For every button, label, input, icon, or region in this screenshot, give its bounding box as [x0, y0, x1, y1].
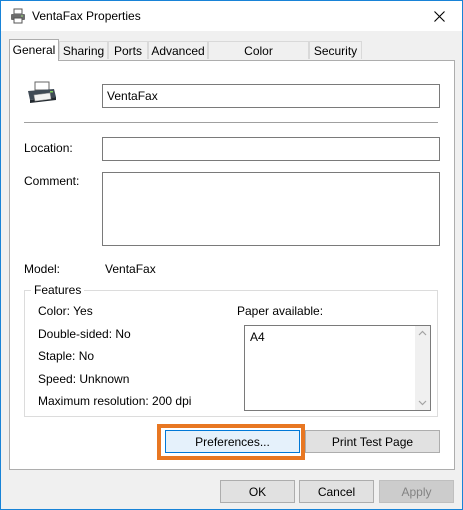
- features-group: Features Color: Yes Double-sided: No Sta…: [24, 283, 438, 417]
- tab-color-management[interactable]: Color Management: [208, 41, 309, 76]
- general-tab-panel: VentaFax Location: Comment: Model: Venta…: [9, 60, 455, 470]
- model-label: Model:: [24, 262, 61, 276]
- tab-sharing[interactable]: Sharing: [59, 41, 108, 59]
- comment-field[interactable]: [102, 172, 440, 246]
- comment-label: Comment:: [24, 174, 80, 188]
- close-button[interactable]: [416, 1, 462, 31]
- title-bar: VentaFax Properties: [1, 1, 462, 31]
- location-field[interactable]: [102, 137, 440, 161]
- tab-general[interactable]: General: [9, 39, 59, 61]
- scrollbar[interactable]: [415, 326, 430, 410]
- window-title: VentaFax Properties: [32, 9, 141, 23]
- paper-listbox[interactable]: A4: [244, 325, 431, 411]
- ok-button[interactable]: OK: [220, 480, 295, 503]
- feature-speed: Speed: Unknown: [38, 372, 130, 386]
- print-test-page-button[interactable]: Print Test Page: [305, 430, 440, 453]
- tab-ports[interactable]: Ports: [108, 41, 148, 59]
- close-icon: [433, 10, 445, 22]
- feature-color: Color: Yes: [38, 304, 93, 318]
- location-label: Location:: [24, 141, 73, 155]
- separator: [24, 122, 438, 123]
- model-value: VentaFax: [105, 262, 156, 276]
- feature-max-resolution: Maximum resolution: 200 dpi: [38, 394, 192, 408]
- features-title: Features: [31, 283, 85, 297]
- properties-dialog: VentaFax Properties General Sharing Port…: [0, 0, 463, 510]
- printer-name-field[interactable]: VentaFax: [102, 84, 440, 108]
- tab-advanced[interactable]: Advanced: [148, 41, 208, 59]
- paper-available-label: Paper available:: [237, 304, 324, 318]
- printer-icon: [28, 81, 56, 103]
- chevron-up-icon[interactable]: [415, 326, 430, 341]
- tab-strip: General Sharing Ports Advanced Color Man…: [9, 39, 455, 76]
- list-item[interactable]: A4: [250, 330, 265, 344]
- tab-security[interactable]: Security: [309, 41, 362, 59]
- preferences-button[interactable]: Preferences...: [165, 430, 300, 453]
- cancel-button[interactable]: Cancel: [299, 480, 374, 503]
- feature-staple: Staple: No: [38, 349, 95, 363]
- chevron-down-icon[interactable]: [415, 395, 430, 410]
- feature-double-sided: Double-sided: No: [38, 327, 131, 341]
- printer-icon: [11, 8, 25, 24]
- apply-button[interactable]: Apply: [379, 480, 454, 503]
